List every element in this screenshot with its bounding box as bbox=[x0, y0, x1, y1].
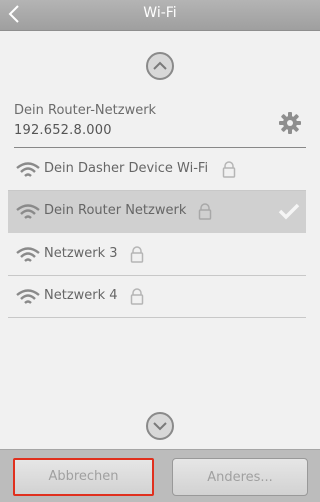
network-label: Netzwerk 3 bbox=[44, 246, 118, 261]
scroll-down-button[interactable] bbox=[146, 412, 174, 440]
page-title: Wi-Fi bbox=[143, 5, 177, 21]
scroll-up-button[interactable] bbox=[146, 52, 174, 80]
router-network-name: Dein Router-Netzwerk bbox=[14, 103, 157, 118]
title-bar: Wi-Fi bbox=[0, 0, 320, 31]
checkmark-icon bbox=[278, 203, 300, 220]
bottom-action-bar: Abbrechen Anderes... bbox=[0, 449, 320, 502]
chevron-down-icon bbox=[153, 422, 167, 431]
network-label: Dein Dasher Device Wi-Fi bbox=[44, 161, 209, 176]
lock-icon bbox=[130, 246, 144, 263]
gear-icon[interactable] bbox=[278, 111, 302, 135]
network-label: Netzwerk 4 bbox=[44, 288, 118, 303]
other-network-button[interactable]: Anderes... bbox=[172, 458, 308, 496]
wifi-icon bbox=[16, 204, 40, 219]
chevron-up-icon bbox=[153, 61, 167, 70]
router-ip-address: 192.652.8.000 bbox=[14, 123, 112, 138]
network-row[interactable]: Netzwerk 3 bbox=[8, 234, 306, 276]
router-network-info: Dein Router-Netzwerk 192.652.8.000 bbox=[14, 103, 306, 148]
wifi-icon bbox=[16, 289, 40, 304]
network-row-selected[interactable]: Dein Router Netzwerk bbox=[8, 191, 306, 233]
network-row[interactable]: Dein Dasher Device Wi-Fi bbox=[8, 149, 306, 191]
network-label: Dein Router Netzwerk bbox=[44, 203, 187, 218]
cancel-button[interactable]: Abbrechen bbox=[13, 458, 154, 496]
lock-icon bbox=[130, 288, 144, 305]
wifi-icon bbox=[16, 247, 40, 262]
lock-icon bbox=[198, 203, 212, 220]
network-row[interactable]: Netzwerk 4 bbox=[8, 276, 306, 318]
wifi-icon bbox=[16, 162, 40, 177]
lock-icon bbox=[222, 161, 236, 178]
